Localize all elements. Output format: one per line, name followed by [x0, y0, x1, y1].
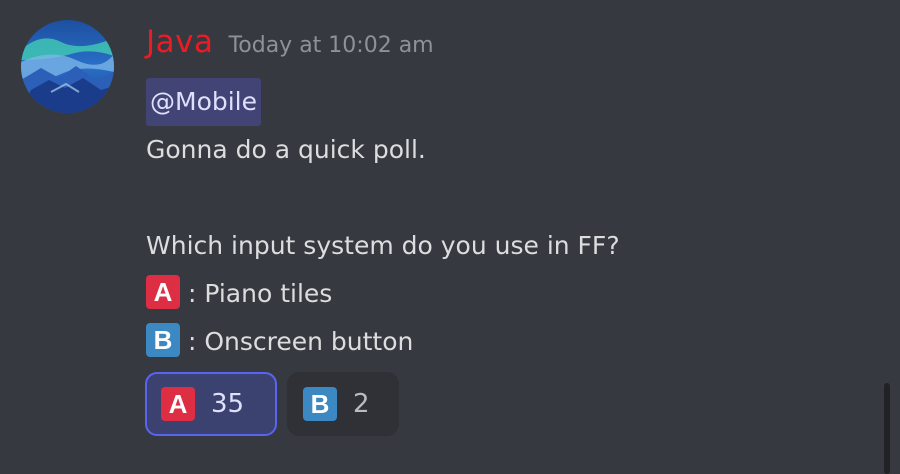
reaction-a-button[interactable]: A 35	[145, 372, 277, 436]
letter-b-emoji-icon: B	[303, 387, 337, 421]
message-content: @Mobile Gonna do a quick poll. Which inp…	[146, 78, 620, 366]
question-text: Which input system do you use in FF?	[146, 231, 620, 260]
username[interactable]: Java	[146, 24, 213, 60]
landscape-avatar-icon	[21, 20, 114, 113]
chat-message: Java Today at 10:02 am @Mobile Gonna do …	[0, 0, 900, 474]
letter-a-emoji-icon: A	[161, 387, 195, 421]
intro-text: Gonna do a quick poll.	[146, 135, 426, 164]
timestamp: Today at 10:02 am	[228, 33, 434, 58]
message-header: Java Today at 10:02 am	[146, 24, 434, 60]
letter-b-emoji-icon: B	[146, 323, 180, 357]
reaction-b-button[interactable]: B 2	[287, 372, 399, 436]
letter-a-emoji-icon: A	[146, 275, 180, 309]
reaction-b-count: 2	[353, 389, 370, 419]
option-a-line: A : Piano tiles	[146, 270, 620, 318]
reaction-a-count: 35	[211, 389, 245, 419]
scrollbar-thumb[interactable]	[884, 383, 890, 474]
user-avatar[interactable]	[21, 20, 114, 113]
option-a-text: : Piano tiles	[180, 279, 333, 308]
option-b-text: : Onscreen button	[180, 327, 414, 356]
option-b-line: B : Onscreen button	[146, 318, 620, 366]
role-mention[interactable]: @Mobile	[146, 78, 262, 126]
mention-line: @Mobile	[146, 78, 620, 126]
reactions-bar: A 35 B 2	[145, 372, 399, 436]
